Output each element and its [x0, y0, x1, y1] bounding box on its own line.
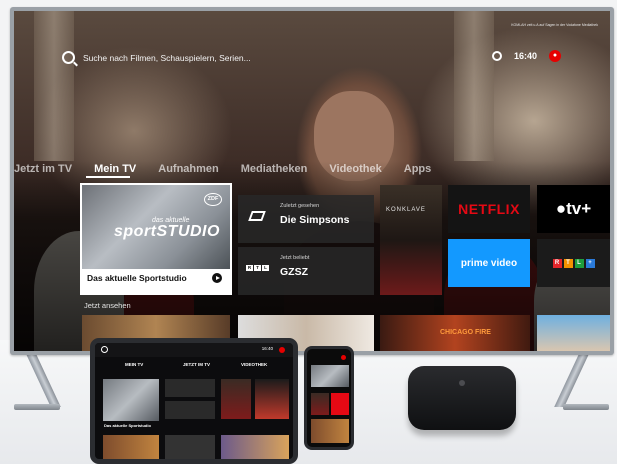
main-nav: Jetzt im TV Mein TV Aufnahmen Mediatheke… [14, 163, 453, 175]
recent-card[interactable]: Zuletzt gesehen Die Simpsons [238, 195, 374, 243]
rtl-letter: + [585, 258, 595, 268]
tablet-tab-jetzt-im-tv[interactable]: JETZT IM TV [183, 362, 210, 367]
netflix-app-tile[interactable]: NETFLIX [448, 185, 530, 233]
tablet-info-card[interactable] [165, 379, 215, 397]
smartphone-device [304, 346, 354, 450]
popular-card[interactable]: R T L Jetzt beliebt GZSZ [238, 247, 374, 295]
prosieben-logo-icon [246, 209, 270, 227]
popular-title: GZSZ [280, 266, 308, 278]
vodafone-logo-icon [341, 355, 346, 360]
rtl-letter: L [574, 258, 584, 268]
featured-art: ZDF das aktuelle sportSTUDIO [82, 185, 230, 269]
power-led-icon [459, 380, 465, 386]
thumbnail-title: CHICAGO FIRE [440, 329, 491, 336]
tablet-featured-caption: Das aktuelle Sportstudio [104, 423, 151, 428]
tablet-device: 16:40 MEIN TV JETZT IM TV VIDEOTHEK Das … [90, 338, 298, 464]
tablet-tab-mein-tv[interactable]: MEIN TV [125, 362, 143, 367]
content-thumbnail[interactable]: CHICAGO FIRE [380, 315, 530, 351]
rtl-letter: T [254, 265, 261, 271]
gear-icon[interactable] [492, 51, 502, 61]
appletv-app-tile[interactable]: ● tv+ [537, 185, 610, 233]
tv-foot-left [14, 404, 60, 410]
vodafone-logo-icon [279, 347, 285, 353]
featured-big-title: sportSTUDIO [114, 223, 220, 240]
search-placeholder: Suche nach Filmen, Schauspielern, Serien… [83, 52, 251, 63]
nav-videothek[interactable]: Videothek [329, 163, 381, 175]
tablet-featured-card[interactable] [103, 379, 159, 421]
rtlplus-app-tile[interactable]: R T L + [537, 239, 610, 287]
vodafone-logo-icon: ● [549, 50, 561, 62]
phone-poster[interactable] [311, 393, 329, 415]
rtl-letter: T [563, 258, 573, 268]
poster-title: KONKLAVE [386, 207, 426, 213]
tv-screen: KOMLAH zeit u.A auf Sagen in der Vodafon… [14, 11, 610, 351]
nav-apps[interactable]: Apps [404, 163, 432, 175]
tablet-clock: 16:40 [261, 346, 273, 351]
clock: 16:40 [514, 51, 538, 61]
nav-mein-tv[interactable]: Mein TV [94, 163, 136, 175]
nav-jetzt-im-tv[interactable]: Jetzt im TV [14, 163, 72, 175]
search-icon [62, 51, 75, 64]
product-scene: KOMLAH zeit u.A auf Sagen in der Vodafon… [0, 0, 617, 464]
rtl-letter: L [262, 265, 269, 271]
phone-thumbnail[interactable] [311, 419, 349, 443]
popular-label: Jetzt beliebt [280, 255, 310, 261]
tablet-poster[interactable] [255, 379, 289, 419]
recent-label: Zuletzt gesehen [280, 203, 320, 209]
background-pillar [34, 11, 74, 161]
active-nav-indicator [86, 176, 130, 178]
movie-poster[interactable]: KONKLAVE [380, 185, 442, 295]
content-thumbnail[interactable] [537, 315, 610, 351]
featured-card[interactable]: ZDF das aktuelle sportSTUDIO Das aktuell… [80, 183, 232, 295]
search-icon [101, 346, 108, 353]
tablet-thumbnail[interactable] [103, 435, 159, 459]
search-bar[interactable]: Suche nach Filmen, Schauspielern, Serien… [62, 51, 251, 64]
featured-caption: Das aktuelle Sportstudio [87, 273, 187, 283]
nav-mediatheken[interactable]: Mediatheken [241, 163, 308, 175]
prime-video-app-tile[interactable]: prime video [448, 239, 530, 287]
recent-title: Die Simpsons [280, 214, 350, 226]
tv-foot-right [563, 404, 609, 410]
now-watching-label: Jetzt ansehen [84, 301, 131, 310]
top-notice: KOMLAH zeit u.A auf Sagen in der Vodafon… [511, 23, 598, 27]
background-pillar [454, 11, 494, 161]
rtl-letter: R [552, 258, 562, 268]
phone-app-tile[interactable] [331, 393, 349, 415]
tablet-thumbnail[interactable] [221, 435, 289, 459]
set-top-box [408, 366, 516, 430]
tablet-poster[interactable] [221, 379, 251, 419]
tablet-tab-videothek[interactable]: VIDEOTHEK [241, 362, 267, 367]
phone-featured-card[interactable] [311, 365, 349, 387]
rtl-logo-icon: R T L [246, 265, 270, 283]
rtl-letter: R [246, 265, 253, 271]
appletv-label: tv+ [566, 199, 592, 218]
tablet-thumbnail[interactable] [165, 435, 215, 459]
play-icon[interactable] [212, 273, 222, 283]
tablet-info-card[interactable] [165, 401, 215, 419]
nav-aufnahmen[interactable]: Aufnahmen [158, 163, 219, 175]
zdf-logo-icon: ZDF [204, 193, 222, 206]
apple-logo-icon: ● [555, 199, 567, 218]
